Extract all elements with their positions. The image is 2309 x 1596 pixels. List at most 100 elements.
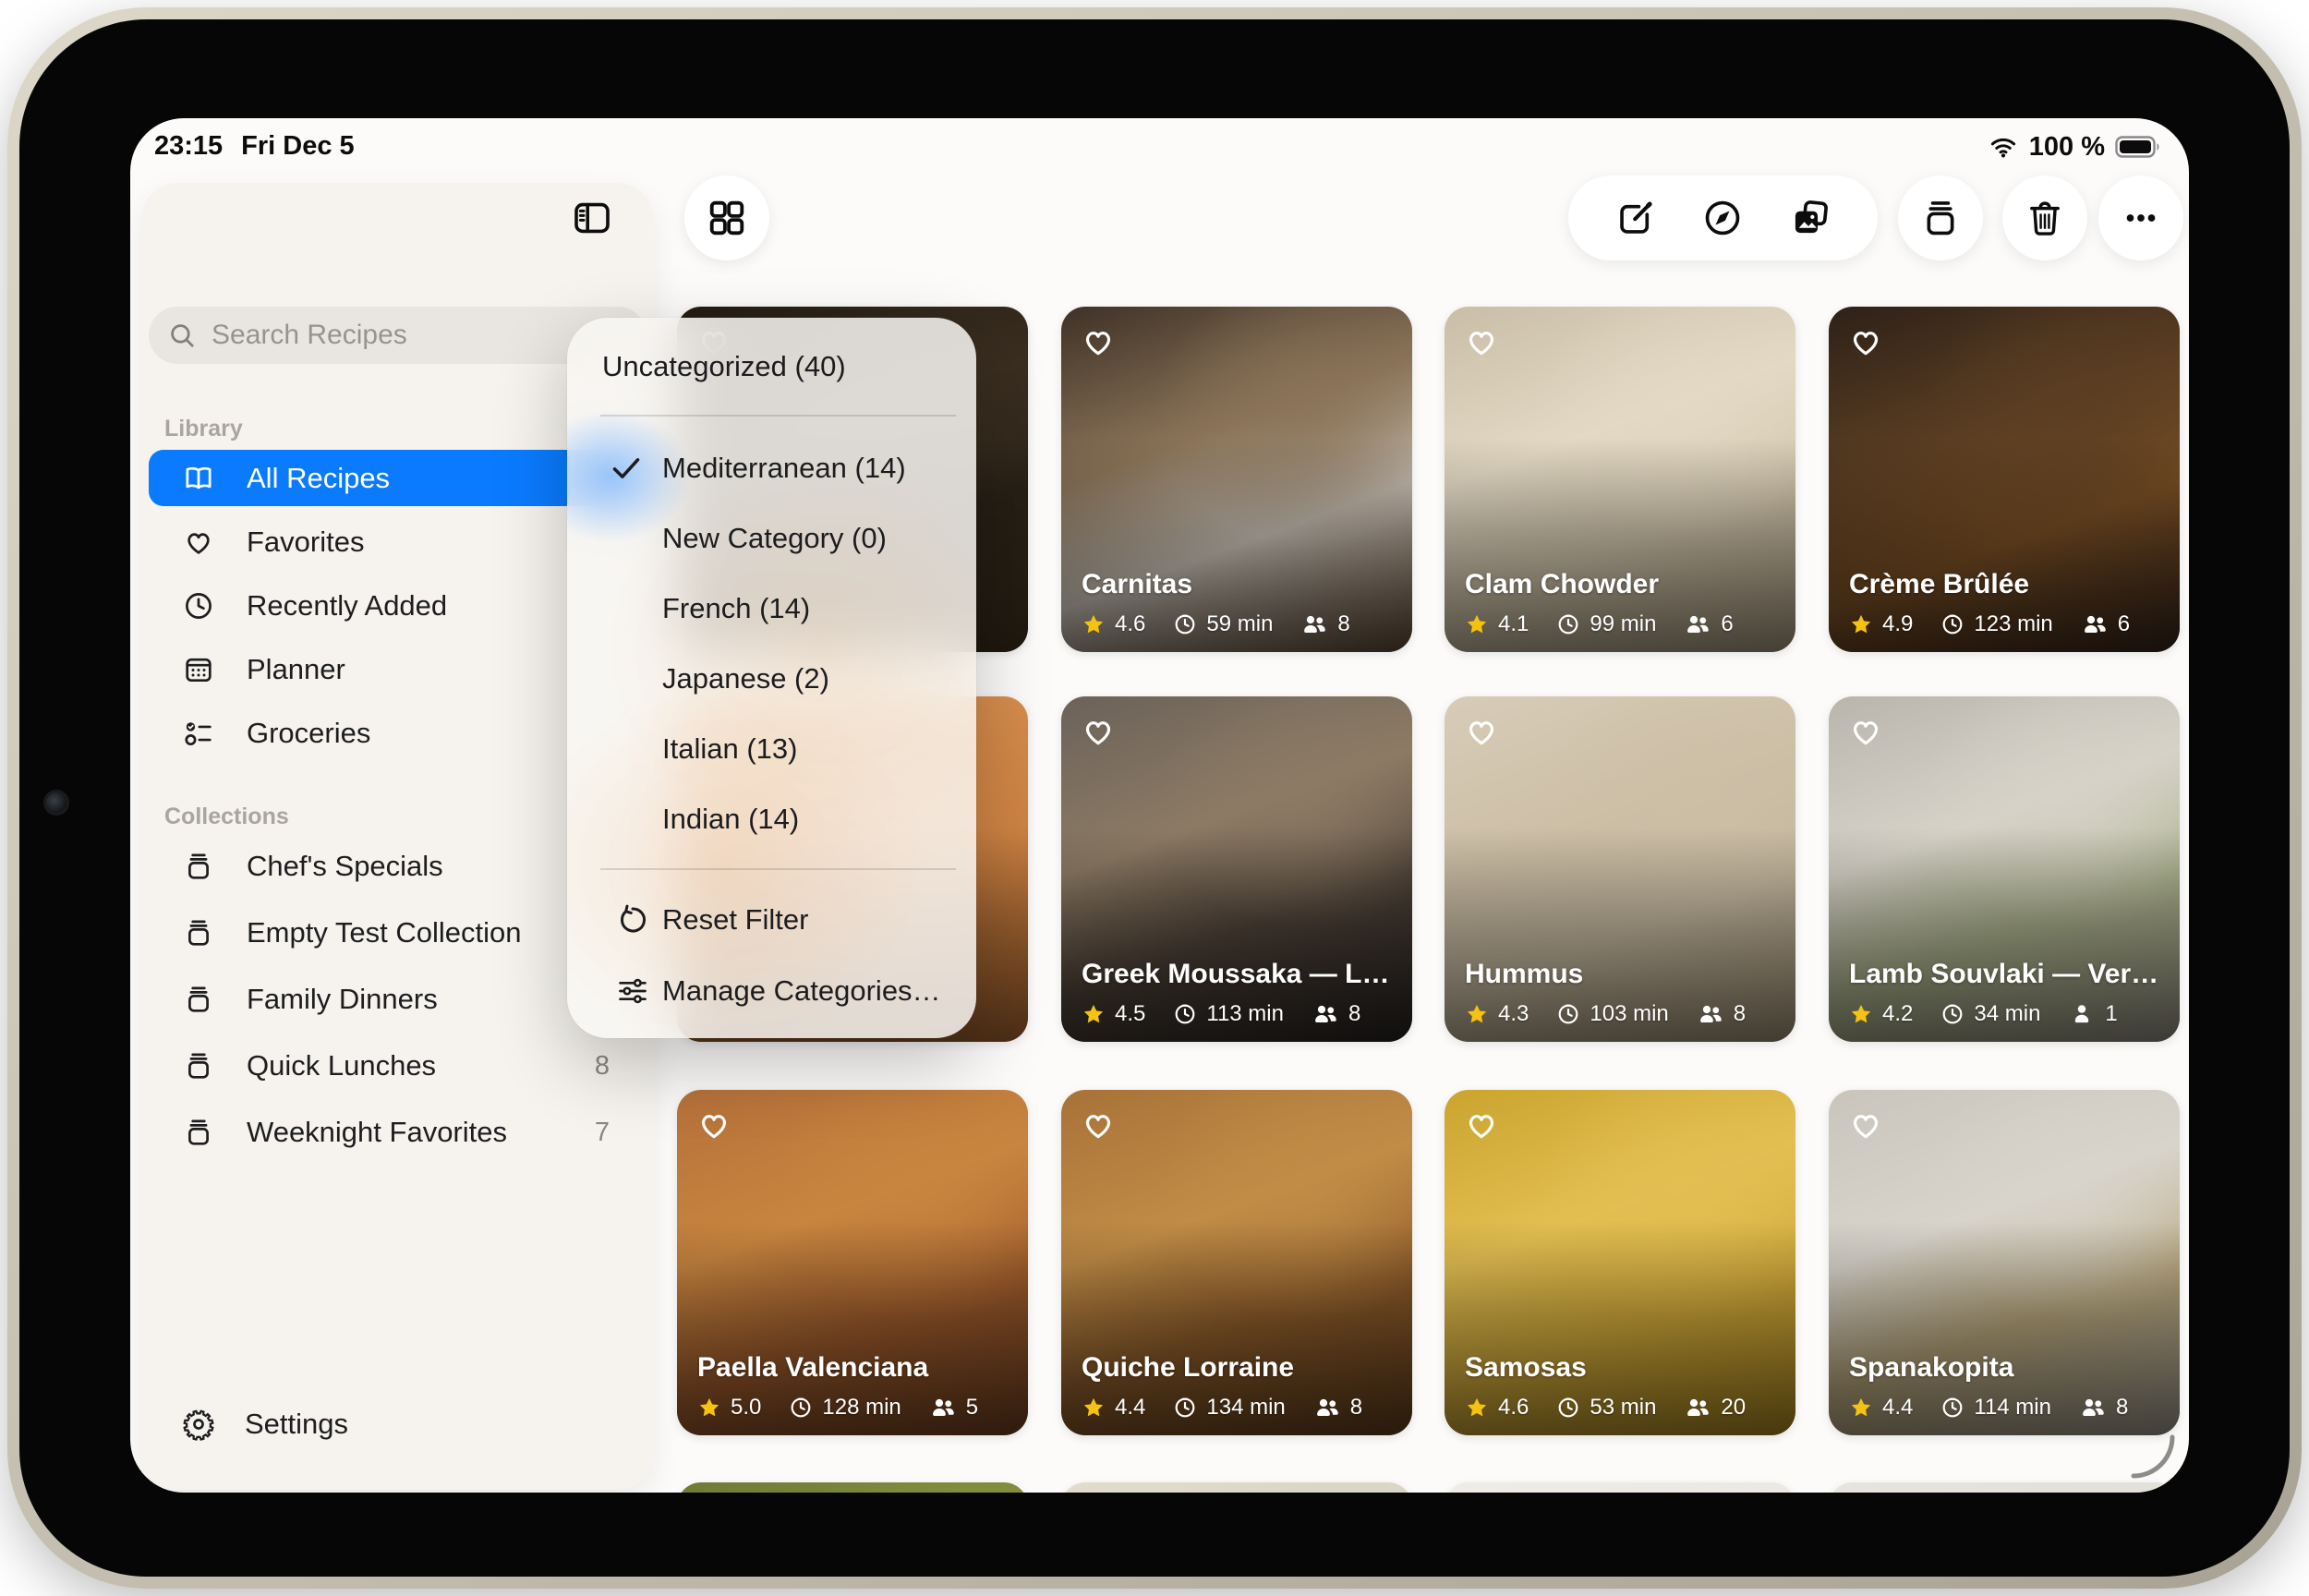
sidebar-item-weeknight-favorites[interactable]: Weeknight Favorites7 xyxy=(149,1103,647,1162)
recipe-card-quiche-lorraine[interactable]: Quiche Lorraine4.4134 min8 xyxy=(1061,1090,1412,1435)
recipe-rating: 4.6 xyxy=(1115,611,1145,637)
sidebar-item-label: Chef's Specials xyxy=(247,850,610,883)
menu-item-french-14[interactable]: French (14) xyxy=(567,578,976,639)
add-to-collection-icon xyxy=(1919,197,1962,239)
recipe-title: Crème Brûlée xyxy=(1849,569,2163,600)
recipe-rating: 4.6 xyxy=(1498,1395,1529,1421)
book-icon xyxy=(182,462,215,495)
category-filter-menu: Uncategorized (40) Mediterranean (14) New… xyxy=(567,318,976,1038)
recipe-card-spanakopita[interactable]: Spanakopita 4.4114 min8 xyxy=(1829,1090,2180,1435)
menu-item-uncategorized[interactable]: Uncategorized (40) xyxy=(567,336,976,397)
menu-divider xyxy=(600,415,956,417)
favorite-heart-icon[interactable] xyxy=(1080,1106,1117,1143)
menu-item-reset-filter[interactable]: Reset Filter xyxy=(567,889,976,950)
recipe-card-samosas[interactable]: Samosas4.653 min20 xyxy=(1445,1090,1795,1435)
sidebar-toggle-button[interactable] xyxy=(568,194,616,242)
sidebar-item-settings[interactable]: Settings xyxy=(149,1393,647,1456)
recipe-title: Hummus xyxy=(1465,959,1779,990)
recipe-card-hummus[interactable]: Hummus4.3103 min8 xyxy=(1445,696,1795,1042)
recipe-servings: 8 xyxy=(1348,1001,1360,1027)
menu-item-new-category-0[interactable]: New Category (0) xyxy=(567,508,976,569)
recipe-title: Clam Chowder xyxy=(1465,569,1779,600)
window-resize-indicator[interactable] xyxy=(2124,1428,2183,1487)
recipe-meta: 4.5113 min8 xyxy=(1082,1000,1360,1028)
recipe-time: 53 min xyxy=(1590,1395,1656,1421)
recipe-meta: 4.4114 min8 xyxy=(1849,1394,2128,1421)
recipe-card[interactable] xyxy=(1445,1482,1795,1493)
favorite-heart-icon[interactable] xyxy=(1847,323,1884,360)
recipe-servings: 5 xyxy=(966,1395,978,1421)
recipe-time: 113 min xyxy=(1206,1001,1284,1027)
reset-icon xyxy=(615,902,650,937)
recipe-time: 128 min xyxy=(822,1395,901,1421)
status-bar: 23:15 Fri Dec 5 100 % xyxy=(130,118,2189,172)
front-camera xyxy=(46,792,66,813)
menu-item-italian-13[interactable]: Italian (13) xyxy=(567,719,976,780)
recipe-time: 99 min xyxy=(1590,611,1656,637)
favorite-heart-icon[interactable] xyxy=(1463,323,1500,360)
grid-view-button[interactable] xyxy=(684,175,769,260)
star-icon xyxy=(1082,612,1106,636)
menu-item-mediterranean-14[interactable]: Mediterranean (14) xyxy=(567,438,976,499)
star-icon xyxy=(1082,1002,1106,1026)
ellipsis-icon xyxy=(2120,197,2162,239)
search-icon xyxy=(167,320,197,350)
recipe-card-lamb-souvlaki-ver[interactable]: Lamb Souvlaki — Ver…4.234 min1 xyxy=(1829,696,2180,1042)
menu-item-label: Mediterranean (14) xyxy=(662,452,906,485)
star-icon xyxy=(1465,612,1489,636)
favorite-heart-icon[interactable] xyxy=(1463,713,1500,750)
recipe-rating: 5.0 xyxy=(731,1395,761,1421)
recipe-servings: 8 xyxy=(1350,1395,1362,1421)
recipe-card-cr-me-br-l-e[interactable]: Crème Brûlée4.9123 min6 xyxy=(1829,307,2180,652)
recipe-card-clam-chowder[interactable]: Clam Chowder4.199 min6 xyxy=(1445,307,1795,652)
menu-item-label: Manage Categories… xyxy=(662,974,941,1008)
recipe-time: 134 min xyxy=(1206,1395,1285,1421)
person-icon xyxy=(2068,1000,2096,1028)
recipe-title: Spanakopita xyxy=(1849,1352,2163,1384)
menu-item-japanese-2[interactable]: Japanese (2) xyxy=(567,648,976,709)
sidebar-item-label: All Recipes xyxy=(247,462,610,495)
favorite-heart-icon[interactable] xyxy=(1463,1106,1500,1143)
recipe-rating: 4.3 xyxy=(1498,1001,1529,1027)
photos-button[interactable] xyxy=(1789,197,1831,239)
favorite-heart-icon[interactable] xyxy=(1847,1106,1884,1143)
recipe-time: 59 min xyxy=(1206,611,1273,637)
add-to-collection-button[interactable] xyxy=(1898,175,1983,260)
people-icon xyxy=(1684,1394,1711,1421)
favorite-heart-icon[interactable] xyxy=(1080,713,1117,750)
recipe-servings: 6 xyxy=(1721,611,1733,637)
toolbar-pill xyxy=(1568,175,1878,260)
recipe-servings: 8 xyxy=(2116,1395,2128,1421)
recipe-title: Lamb Souvlaki — Ver… xyxy=(1849,959,2163,990)
favorite-heart-icon[interactable] xyxy=(695,1106,732,1143)
sidebar-item-label: Recently Added xyxy=(247,589,610,623)
favorite-heart-icon[interactable] xyxy=(1847,713,1884,750)
menu-item-label: Uncategorized (40) xyxy=(602,350,846,383)
compose-button[interactable] xyxy=(1614,197,1657,239)
sidebar-item-quick-lunches[interactable]: Quick Lunches8 xyxy=(149,1036,647,1095)
recipe-card[interactable] xyxy=(1061,1482,1412,1493)
clock-icon xyxy=(1940,612,1964,636)
compass-button[interactable] xyxy=(1701,197,1744,239)
recipe-card[interactable] xyxy=(677,1482,1028,1493)
more-options-button[interactable] xyxy=(2098,175,2183,260)
menu-item-manage-categories[interactable]: Manage Categories… xyxy=(567,961,976,1022)
star-icon xyxy=(1465,1396,1489,1420)
recipe-card-carnitas[interactable]: Carnitas4.659 min8 xyxy=(1061,307,1412,652)
recipe-rating: 4.2 xyxy=(1882,1001,1913,1027)
menu-divider xyxy=(600,868,956,870)
recipe-rating: 4.4 xyxy=(1882,1395,1913,1421)
clock-icon xyxy=(1556,1396,1580,1420)
recipe-time: 34 min xyxy=(1974,1001,2040,1027)
favorite-heart-icon[interactable] xyxy=(1080,323,1117,360)
menu-item-indian-14[interactable]: Indian (14) xyxy=(567,789,976,850)
recipe-meta: 5.0 128 min 5 xyxy=(697,1394,978,1421)
recipe-title: Greek Moussaka — L… xyxy=(1082,959,1396,990)
search-input[interactable] xyxy=(210,319,628,352)
star-icon xyxy=(697,1396,721,1420)
clock-icon xyxy=(1556,1002,1580,1026)
recipe-card-greek-moussaka-l[interactable]: Greek Moussaka — L…4.5113 min8 xyxy=(1061,696,1412,1042)
trash-button[interactable] xyxy=(2002,175,2087,260)
recipe-card-paella-valenciana[interactable]: Paella Valenciana5.0128 min5 xyxy=(677,1090,1028,1435)
library-section-header: Library xyxy=(164,416,243,442)
